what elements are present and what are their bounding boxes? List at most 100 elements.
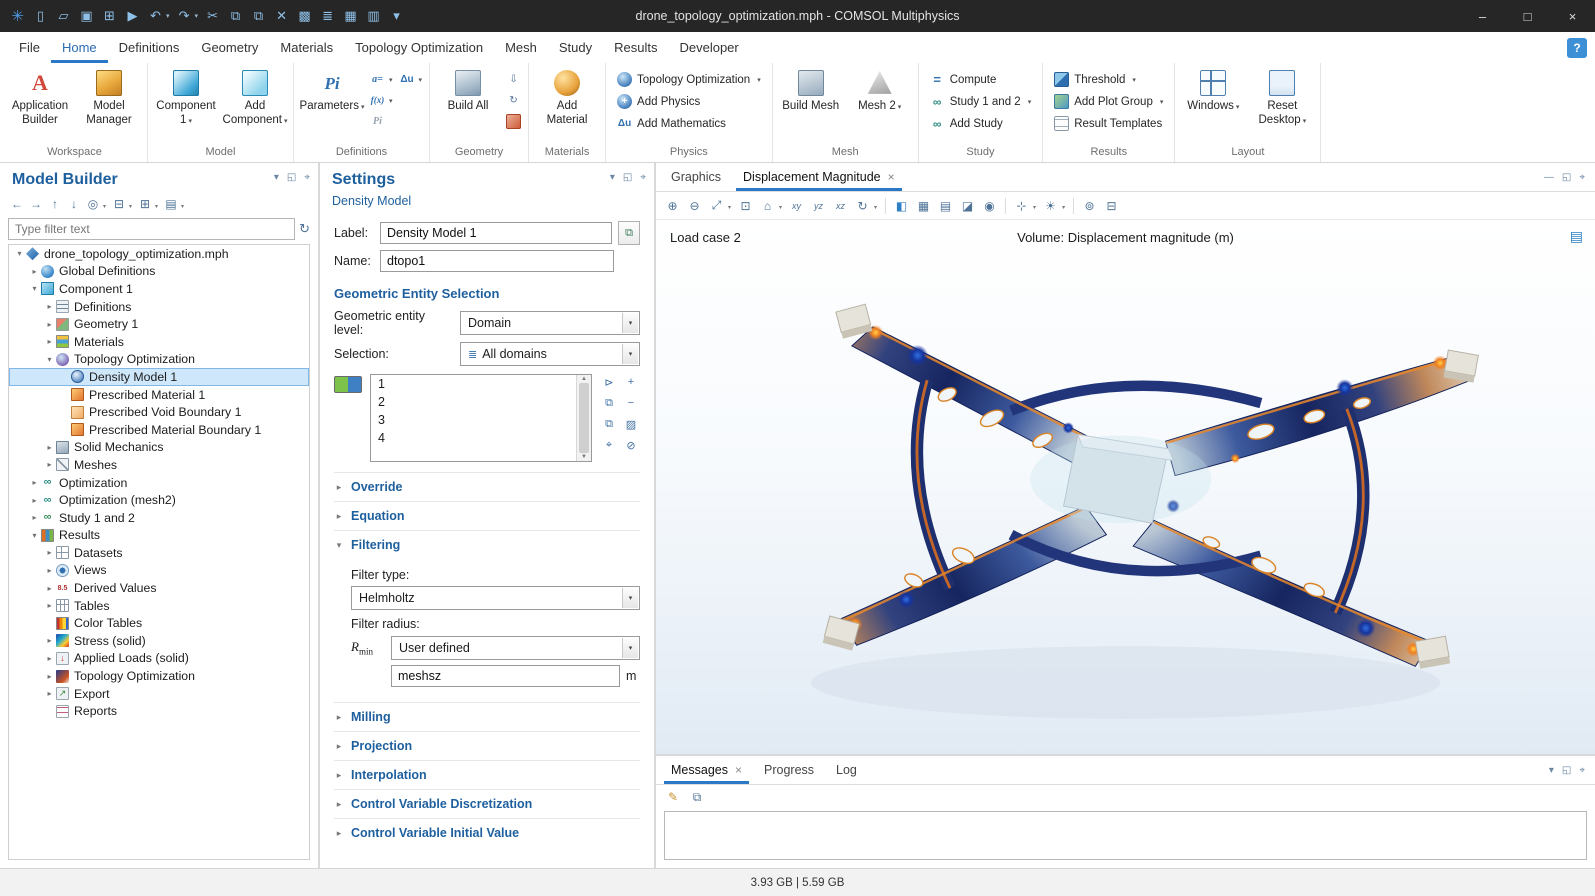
clip-plane-icon[interactable]: ◪ [957, 196, 978, 216]
expander-icon[interactable]: ▸ [43, 320, 56, 329]
domain-list-item[interactable]: 4 [371, 429, 576, 447]
expander-icon[interactable]: ▾ [28, 531, 41, 540]
study-1-and-2-button[interactable]: Study 1 and 2▾ [926, 92, 1036, 111]
menu-tab-materials[interactable]: Materials [269, 32, 344, 63]
expander-icon[interactable]: ▸ [28, 513, 41, 522]
tree-node-derived-values[interactable]: ▸Derived Values [9, 579, 309, 597]
parameters-button[interactable]: Parameters▾ [299, 66, 365, 116]
paste-selection-icon[interactable]: ⧉ [600, 416, 618, 432]
clear-messages-icon[interactable]: ✎ [664, 788, 682, 806]
menu-tab-file[interactable]: File [8, 32, 51, 63]
close-tab-icon[interactable]: × [888, 170, 895, 184]
pin-icon[interactable]: ⌖ [640, 172, 646, 183]
clear-selection-icon[interactable]: ▨ [622, 416, 640, 432]
tree-node-component-1[interactable]: ▾Component 1 [9, 280, 309, 298]
tree-node-topology-optimization[interactable]: ▸Topology Optimization [9, 667, 309, 685]
view-xy-icon[interactable]: xy [786, 196, 807, 216]
domain-list-item[interactable]: 1 [371, 375, 576, 393]
tree-node-global-definitions[interactable]: ▸Global Definitions [9, 263, 309, 281]
customize-quick-access-icon[interactable]: ▾ [385, 3, 408, 29]
compute-icon[interactable]: ≣ [316, 3, 339, 29]
import-geometry-button[interactable] [504, 71, 523, 88]
expander-icon[interactable]: ▾ [13, 249, 26, 258]
back-icon[interactable]: ← [8, 195, 26, 213]
run-icon[interactable]: ▶ [121, 3, 144, 29]
tree-node-color-tables[interactable]: Color Tables [9, 614, 309, 632]
expand-all-icon[interactable]: ⊞ [136, 195, 154, 213]
expander-icon[interactable]: ▸ [43, 548, 56, 557]
switch-selection-icon[interactable]: ⊳ [600, 374, 618, 390]
tab-graphics[interactable]: Graphics [660, 163, 732, 191]
virtual-operations-button[interactable] [504, 113, 523, 130]
menu-tab-mesh[interactable]: Mesh [494, 32, 548, 63]
tree-node-datasets[interactable]: ▸Datasets [9, 544, 309, 562]
redo-icon[interactable]: ↷ [173, 3, 196, 29]
pin-icon[interactable]: ⌖ [304, 172, 310, 183]
go-to-default-view-icon[interactable]: ⌂ [757, 196, 778, 216]
build-mesh-button[interactable]: Build Mesh [778, 66, 844, 116]
float-icon[interactable]: ◱ [623, 172, 632, 183]
view-yz-icon[interactable]: yz [808, 196, 829, 216]
add-study-button[interactable]: Add Study [926, 114, 1036, 133]
add-plot-group-button[interactable]: Add Plot Group▾ [1050, 92, 1167, 111]
tree-node-study-1-and-2[interactable]: ▸Study 1 and 2 [9, 509, 309, 527]
show-dropdown-icon[interactable]: ▾ [103, 203, 106, 210]
expander-icon[interactable]: ▸ [43, 689, 56, 698]
section-interpolation[interactable]: ▸Interpolation [334, 760, 640, 789]
expander-icon[interactable]: ▸ [28, 496, 41, 505]
new-file-icon[interactable]: ▯ [29, 3, 52, 29]
reset-desktop-button[interactable]: Reset Desktop▾ [1249, 66, 1315, 129]
menu-icon[interactable]: ▾ [274, 172, 279, 183]
expand-all-dropdown-icon[interactable]: ▾ [155, 203, 158, 210]
show-grid-icon[interactable]: ▦ [913, 196, 934, 216]
float-icon[interactable]: ◱ [1562, 172, 1571, 183]
section-override[interactable]: ▸Override [334, 472, 640, 501]
save-icon[interactable]: ▣ [75, 3, 98, 29]
scrollbar-thumb[interactable] [579, 383, 589, 453]
show-legends-icon[interactable]: ▤ [935, 196, 956, 216]
functions-button[interactable]: ▾ [368, 92, 395, 109]
variables-button[interactable]: ▾ [368, 71, 395, 88]
compute-button[interactable]: Compute [926, 70, 1036, 89]
model-manager-button[interactable]: Model Manager [76, 66, 142, 129]
tree-node-results[interactable]: ▾Results [9, 527, 309, 545]
tree-node-solid-mechanics[interactable]: ▸Solid Mechanics [9, 439, 309, 457]
result-templates-button[interactable]: Result Templates [1050, 114, 1167, 133]
tab-log[interactable]: Log [825, 756, 868, 784]
label-input[interactable] [380, 222, 612, 244]
expander-icon[interactable]: ▸ [28, 267, 41, 276]
image-snapshot-icon[interactable]: ⊚ [1079, 196, 1100, 216]
print-icon[interactable]: ⊟ [1101, 196, 1122, 216]
tree-node-meshes[interactable]: ▸Meshes [9, 456, 309, 474]
zoom-in-icon[interactable]: ⊕ [662, 196, 683, 216]
tree-node-topology-optimization[interactable]: ▾Topology Optimization [9, 351, 309, 369]
refresh-filter-icon[interactable]: ↻ [299, 221, 310, 237]
build-all-icon[interactable]: ▩ [293, 3, 316, 29]
pin-icon[interactable]: ⌖ [1579, 765, 1585, 776]
undo-dropdown-icon[interactable]: ▾ [166, 12, 170, 20]
scene-rotation-icon[interactable]: ↻ [852, 196, 873, 216]
tree-node-prescribed-material-1[interactable]: Prescribed Material 1 [9, 386, 309, 404]
node-text-icon[interactable]: ▤ [162, 195, 180, 213]
section-projection[interactable]: ▸Projection [334, 731, 640, 760]
zoom-extents-dropdown-icon[interactable]: ▾ [728, 204, 731, 211]
zoom-extents-icon[interactable]: ⤢ [706, 196, 727, 216]
tab-progress[interactable]: Progress [753, 756, 825, 784]
filter-input[interactable] [8, 218, 295, 240]
scene-rotation-dropdown-icon[interactable]: ▾ [874, 204, 877, 211]
scene-light-icon[interactable]: ☀ [1040, 196, 1061, 216]
add-component-button[interactable]: Add Component▾ [222, 66, 288, 129]
minimize-icon[interactable]: — [1544, 172, 1554, 183]
scroll-down-icon[interactable]: ▼ [581, 454, 587, 460]
paste-icon[interactable]: ⧉ [247, 3, 270, 29]
name-input[interactable] [380, 250, 614, 272]
menu-tab-study[interactable]: Study [548, 32, 603, 63]
expander-icon[interactable]: ▸ [43, 302, 56, 311]
expander-icon[interactable]: ▸ [43, 443, 56, 452]
tree-node-views[interactable]: ▸Views [9, 562, 309, 580]
tree-node-geometry-1[interactable]: ▸Geometry 1 [9, 315, 309, 333]
geometric-entity-level-dropdown[interactable]: Domain ▾ [460, 311, 640, 335]
expander-icon[interactable]: ▸ [43, 566, 56, 575]
tree-node-prescribed-material-boundary-1[interactable]: Prescribed Material Boundary 1 [9, 421, 309, 439]
section-control-variable-discretization[interactable]: ▸Control Variable Discretization [334, 789, 640, 818]
